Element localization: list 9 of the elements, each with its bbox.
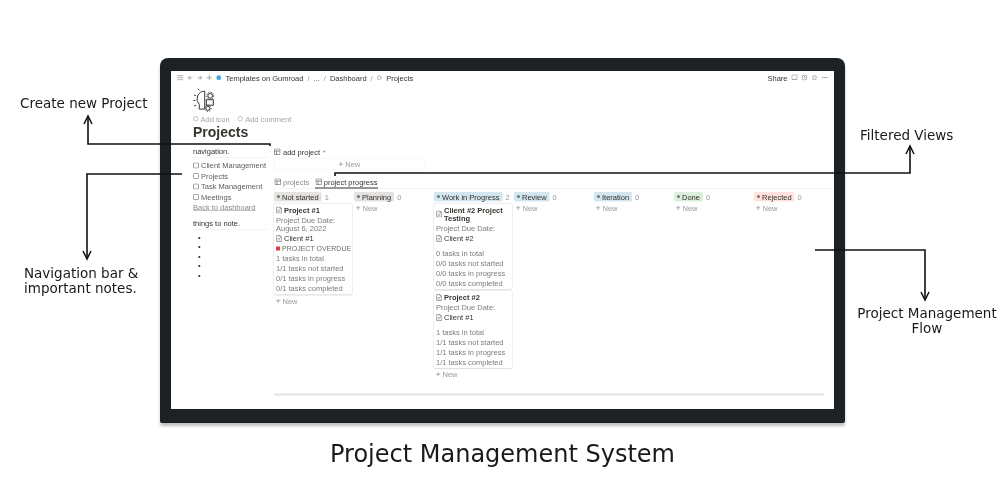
annotation-label: Project Management Flow xyxy=(856,306,998,336)
globe-icon xyxy=(216,74,222,81)
page-title: Projects xyxy=(193,124,250,141)
annotation-label: Navigation bar & important notes. xyxy=(24,266,140,296)
more-icon xyxy=(821,76,828,79)
caption: Project Management System xyxy=(329,440,676,468)
annotation-label: Create new Project xyxy=(20,96,148,111)
annotation-label: Filtered Views xyxy=(860,128,954,143)
overdue-icon xyxy=(276,246,280,251)
